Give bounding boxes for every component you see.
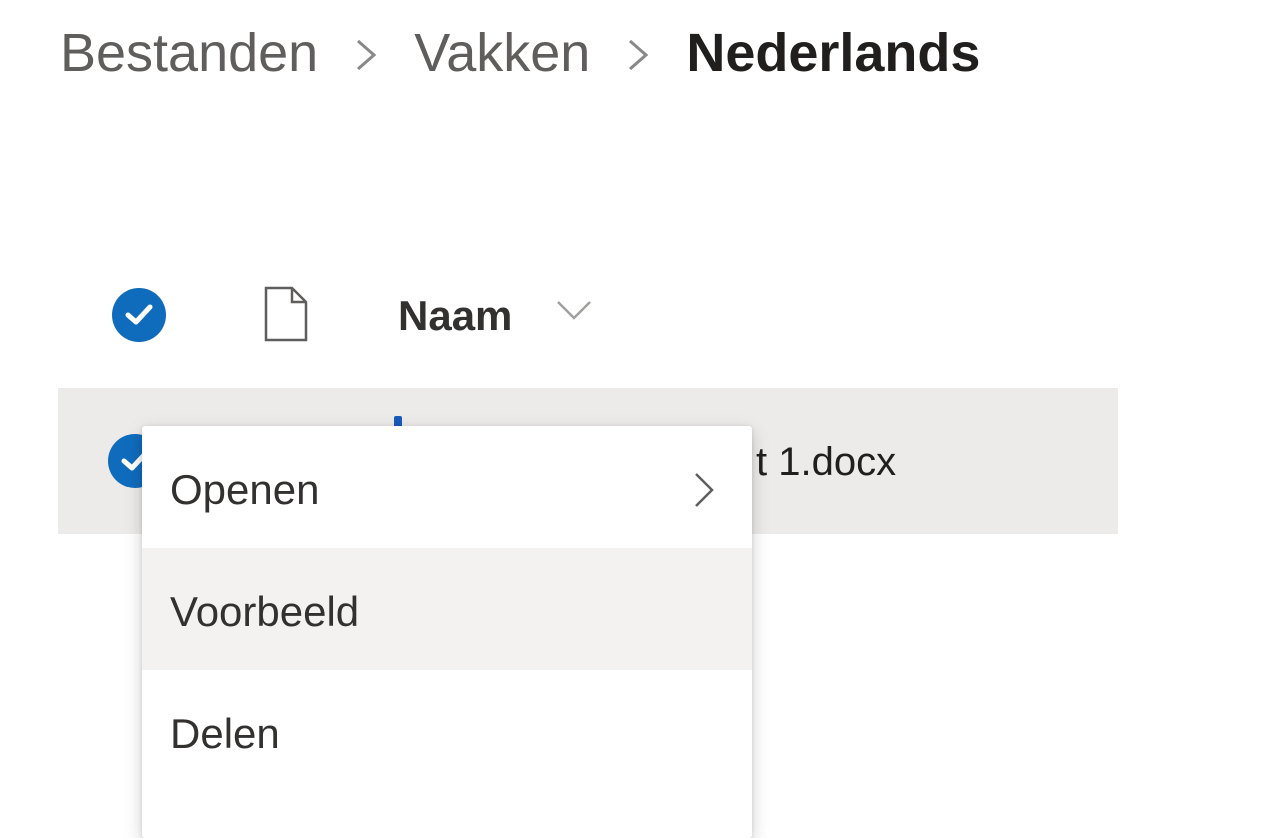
breadcrumb-item-vakken[interactable]: Vakken	[414, 22, 590, 84]
checkmark-icon	[125, 304, 153, 325]
breadcrumb: Bestanden Vakken Nederlands	[60, 18, 980, 88]
menu-item-voorbeeld[interactable]: Voorbeeld	[142, 548, 752, 670]
breadcrumb-separator-icon	[318, 33, 414, 73]
name-column-header[interactable]: Naam	[398, 292, 512, 340]
breadcrumb-item-current: Nederlands	[686, 23, 981, 83]
chevron-down-icon[interactable]	[554, 298, 594, 327]
file-list-header: Naam	[58, 272, 1118, 360]
menu-item-label: Voorbeeld	[170, 588, 360, 635]
menu-item-openen[interactable]: Openen	[142, 426, 752, 548]
file-type-column-icon[interactable]	[262, 286, 310, 347]
breadcrumb-separator-icon	[590, 33, 686, 73]
menu-item-delen[interactable]: Delen	[142, 670, 752, 792]
chevron-right-icon	[692, 470, 716, 520]
file-name-visible[interactable]: t 1.docx	[756, 440, 896, 484]
menu-item-label: Openen	[170, 466, 320, 513]
context-menu: Openen Voorbeeld Delen	[142, 426, 752, 838]
breadcrumb-item-bestanden[interactable]: Bestanden	[60, 22, 318, 84]
menu-item-label: Delen	[170, 710, 280, 757]
select-all-checkbox[interactable]	[112, 288, 166, 342]
